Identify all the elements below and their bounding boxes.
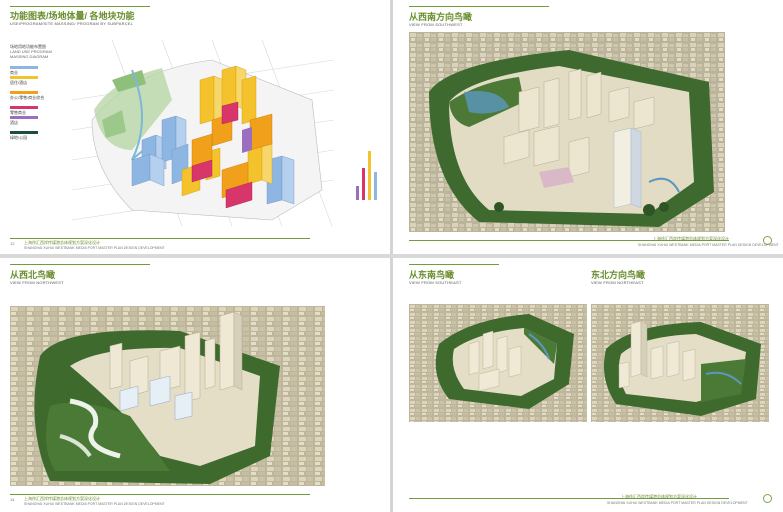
page-number: 12: [10, 241, 15, 246]
legend-label: 绿地/公园: [10, 135, 28, 140]
program-bar: [374, 172, 377, 200]
page-views-east: 从东南鸟瞰 VIEW FROM SOUTHEAST 东北方向鸟瞰 VIEW FR…: [393, 258, 783, 512]
aerial-render-northeast: [591, 304, 769, 422]
legend-label: 办公/零售/商业综合: [10, 95, 45, 100]
legend-label: 酒店: [10, 120, 18, 125]
header-rule-left: [409, 264, 499, 265]
page-view-southwest: 从西南方向鸟瞰 VIEW FROM SOUTHWEST 上海徐汇西岸传媒港总体规…: [393, 0, 783, 254]
legend-swatch: [10, 76, 38, 79]
footer-title-cn: 上海徐汇西岸传媒港总体规划方案深化设计: [621, 494, 697, 499]
page-massing-diagram: 功能图表/场地体量/ 各地块功能 USE/PROGRAM/SITE MASSIN…: [0, 0, 390, 254]
page-subtitle-right: VIEW FROM NORTHEAST: [591, 280, 644, 285]
program-bar: [362, 168, 365, 200]
aerial-render-southeast: [409, 304, 587, 422]
aerial-render-southwest: [409, 32, 725, 232]
footer-rule: [10, 494, 310, 495]
footer-title-cn: 上海徐汇西岸传媒港总体规划方案深化设计: [653, 236, 729, 241]
program-bar: [368, 151, 371, 200]
footer-rule: [10, 238, 310, 239]
footer-title-en: SHANGHAI XUHUI WESTBANK MEDIA PORT MASTE…: [24, 246, 165, 250]
header-rule: [409, 6, 549, 7]
page-subtitle-left: VIEW FROM SOUTHEAST: [409, 280, 462, 285]
legend-swatch: [10, 106, 38, 109]
page-subtitle: VIEW FROM SOUTHWEST: [409, 22, 463, 27]
logo-icon: [763, 494, 772, 503]
footer-title-en: SHANGHAI XUHUI WESTBANK MEDIA PORT MASTE…: [24, 502, 165, 506]
page-subtitle: USE/PROGRAM/SITE MASSING/ PROGRAM BY SUB…: [10, 21, 134, 26]
logo-icon: [763, 236, 772, 245]
legend-swatch: [10, 91, 38, 94]
legend-swatch: [10, 116, 38, 119]
header-rule: [10, 264, 150, 265]
page-view-northwest: 从西北鸟瞰 VIEW FROM NORTHWEST 14 上海徐汇西岸传媒港总体…: [0, 258, 390, 512]
footer-title-en: SHANGHAI XUHUI WESTBANK MEDIA PORT MASTE…: [607, 501, 748, 505]
legend-label: 居住/酒店: [10, 80, 28, 85]
program-bar: [356, 186, 359, 200]
page-number: 14: [10, 497, 15, 502]
page-subtitle: VIEW FROM NORTHWEST: [10, 280, 64, 285]
footer-title-en: SHANGHAI XUHUI WESTBANK MEDIA PORT MASTE…: [638, 243, 779, 247]
legend-swatch: [10, 66, 38, 69]
massing-diagram: [72, 40, 334, 226]
legend-heading-en2: MASSING DIAGRAM: [10, 54, 49, 59]
aerial-render-northwest: [10, 306, 325, 486]
legend-swatch: [10, 131, 38, 134]
header-rule: [10, 6, 150, 7]
